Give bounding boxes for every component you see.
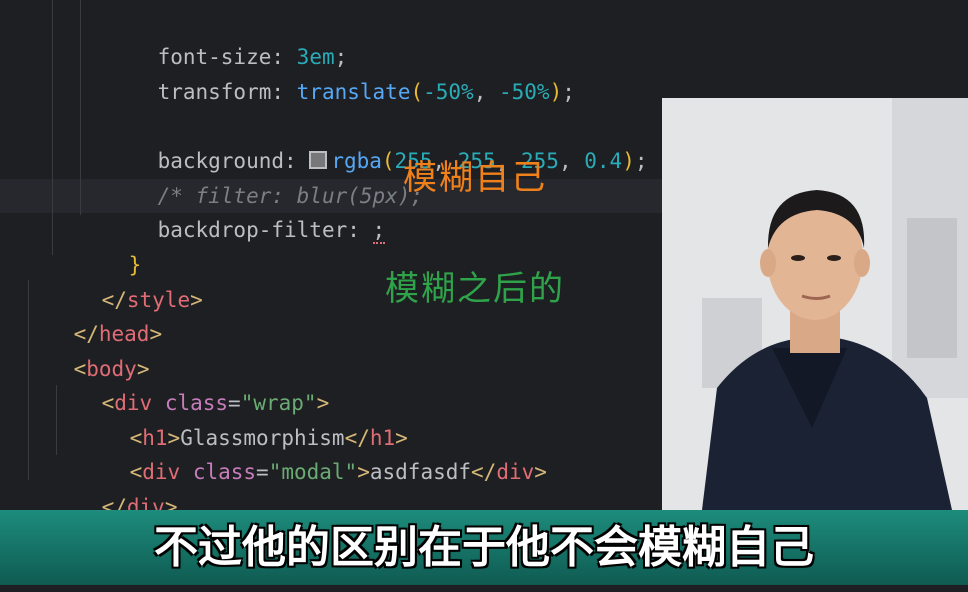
comma: ,: [473, 80, 499, 104]
equals: =: [256, 460, 269, 484]
code-line-backdrop-filter[interactable]: backdrop-filter: ;: [107, 179, 386, 244]
attr-name: class: [192, 460, 257, 484]
tag-bracket: >: [357, 460, 370, 484]
code-line-transform[interactable]: transform: translate(-50%, -50%);: [107, 41, 575, 104]
attr-value: "modal": [268, 460, 358, 484]
element-text: asdfasdf: [369, 460, 472, 484]
colon: :: [271, 80, 297, 104]
code-line-h1[interactable]: <h1>Glassmorphism</h1>: [79, 387, 408, 450]
code-line-div-close[interactable]: </div>: [51, 456, 178, 519]
indent-guide: [80, 0, 81, 215]
css-number: 0.4: [584, 149, 623, 173]
paren: ): [622, 149, 635, 173]
paren: ): [549, 80, 563, 104]
subtitle-text: 不过他的区别在于他不会模糊自己: [154, 522, 814, 573]
tag-bracket: >: [190, 288, 203, 312]
tag-name: div: [496, 460, 535, 484]
indent-guide: [52, 0, 53, 255]
tag-bracket: >: [534, 460, 547, 484]
semicolon-error: ;: [372, 218, 386, 244]
tag-bracket: >: [149, 322, 163, 346]
css-property: transform: [157, 80, 272, 104]
css-number: -50%: [423, 80, 474, 104]
semicolon: ;: [562, 80, 575, 104]
css-function: translate: [296, 80, 411, 104]
code-line-body-open[interactable]: <body>: [23, 318, 150, 381]
tag-bracket: </: [471, 460, 497, 484]
code-line-head-close[interactable]: </head>: [23, 283, 163, 346]
paren: (: [410, 80, 424, 104]
annotation-after-blur: 模糊之后的: [385, 269, 565, 309]
webcam-overlay: [662, 98, 968, 510]
code-line-comment[interactable]: /* filter: blur(5px);: [107, 145, 424, 208]
code-line-div-wrap[interactable]: <div class="wrap">: [51, 352, 330, 415]
comma: ,: [558, 149, 585, 173]
css-number: -50%: [499, 80, 550, 104]
code-line-close-brace[interactable]: }: [78, 214, 142, 277]
code-line-div-modal[interactable]: <div class="modal">asdfasdf</div>: [79, 421, 547, 484]
code-line-background[interactable]: background: rgba(255, 255, 255, 0.4);: [107, 110, 648, 173]
semicolon: ;: [634, 149, 648, 173]
code-line-font-size[interactable]: font-size: 3em;: [107, 6, 348, 69]
css-property: backdrop-filter: [157, 218, 348, 242]
presenter-illustration: [662, 98, 968, 510]
code-line-style-close[interactable]: </style>: [51, 249, 203, 312]
annotation-blur-self: 模糊自己: [403, 158, 547, 198]
colon: :: [347, 218, 373, 242]
